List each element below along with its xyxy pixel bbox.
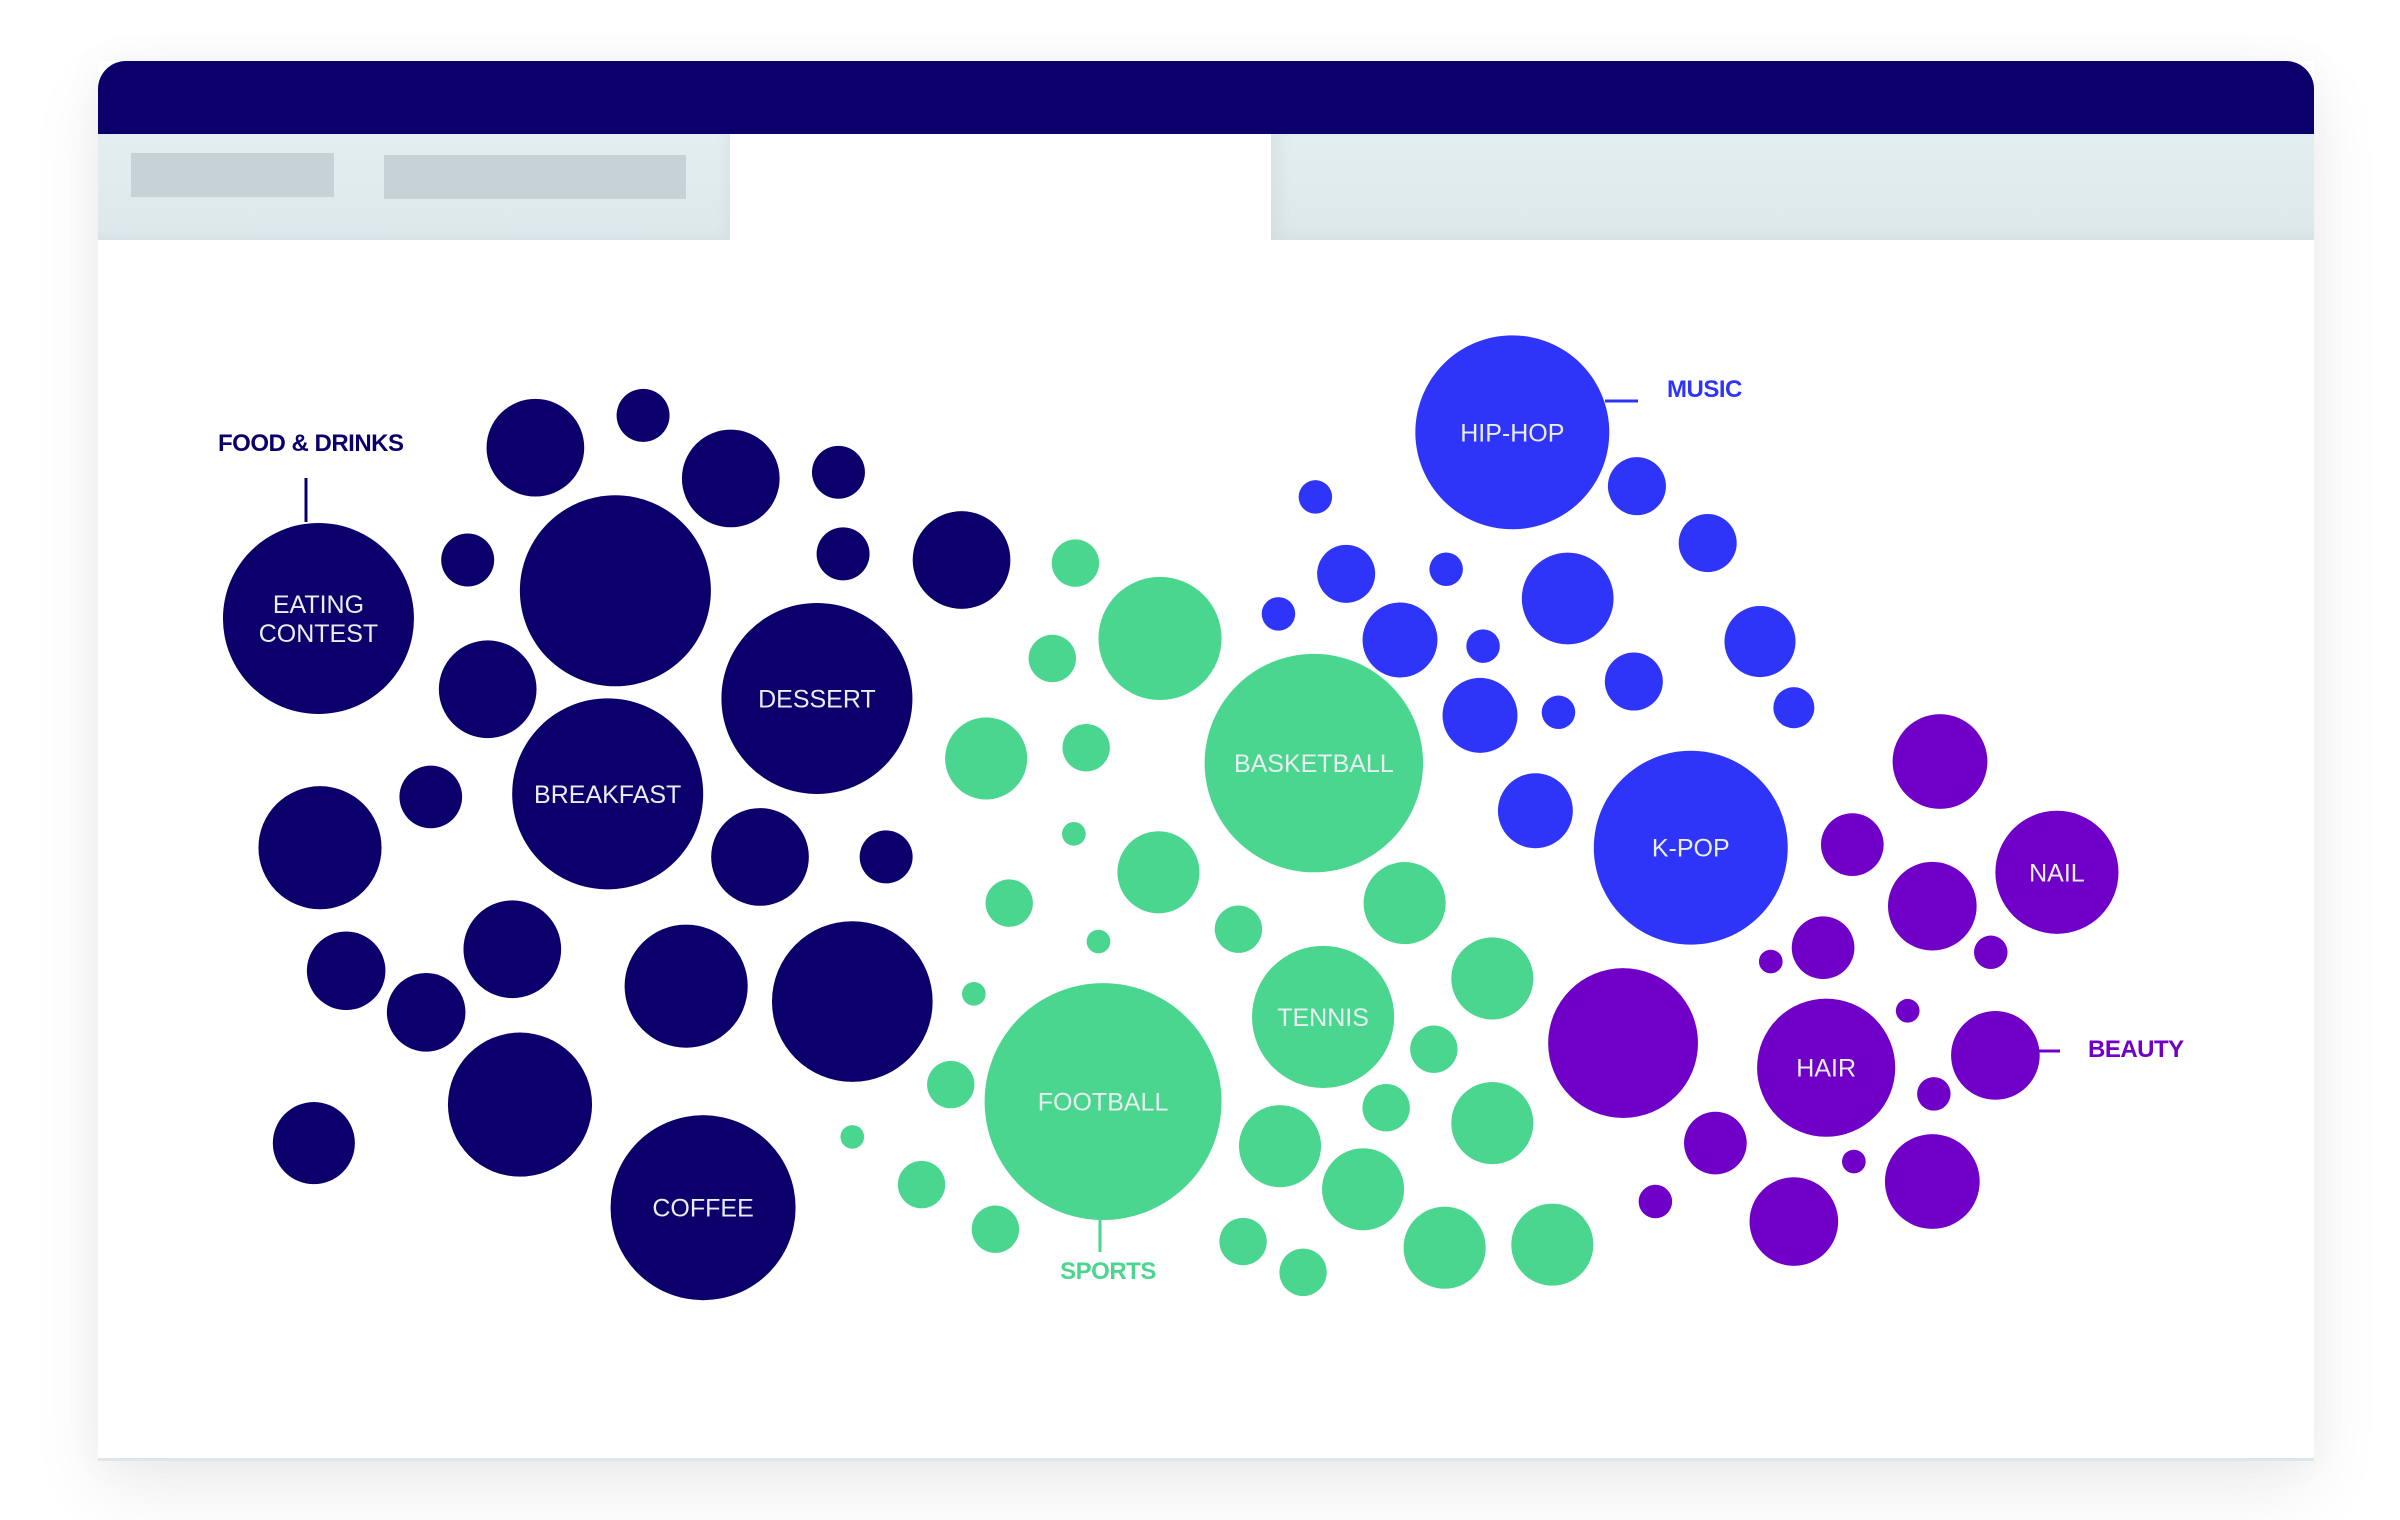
bubble-label: TENNIS — [1277, 1004, 1369, 1032]
bubble[interactable] — [1917, 1077, 1951, 1111]
bubble[interactable] — [1604, 652, 1663, 711]
bubble[interactable] — [1511, 1203, 1594, 1286]
bubble[interactable] — [1451, 1082, 1534, 1165]
bubble[interactable] — [1884, 1134, 1980, 1229]
bubble[interactable] — [486, 398, 585, 497]
bubble[interactable] — [816, 527, 870, 581]
bubble[interactable] — [962, 982, 986, 1006]
bubble[interactable] — [1974, 935, 2008, 970]
bubble[interactable] — [1951, 1011, 2040, 1100]
bubble[interactable] — [306, 931, 386, 1011]
bubble[interactable] — [1238, 1105, 1322, 1188]
category-label-music: MUSIC — [1667, 376, 1742, 403]
bubble[interactable] — [859, 830, 913, 884]
bubble[interactable] — [438, 640, 537, 739]
bubble[interactable] — [1279, 1248, 1327, 1297]
bubble[interactable] — [1062, 724, 1110, 772]
bubble[interactable] — [1442, 677, 1518, 753]
bubble-label: BREAKFAST — [534, 781, 681, 809]
bubble[interactable] — [912, 511, 1011, 609]
bubble[interactable] — [1887, 861, 1977, 951]
bubble[interactable] — [1607, 457, 1666, 516]
bubble[interactable] — [1820, 813, 1884, 876]
bubble-label: K-POP — [1652, 835, 1730, 863]
bubble[interactable] — [1062, 822, 1086, 846]
bubble[interactable] — [1298, 480, 1333, 514]
bubble[interactable] — [1429, 552, 1463, 586]
bubble[interactable] — [1749, 1177, 1839, 1266]
bubble[interactable] — [1410, 1025, 1458, 1073]
bubble[interactable] — [840, 1125, 865, 1149]
bubble[interactable] — [1451, 937, 1534, 1020]
bubble[interactable] — [681, 429, 780, 528]
bubble[interactable] — [811, 445, 865, 499]
bubble-label: BASKETBALL — [1234, 750, 1394, 778]
category-label-beauty: BEAUTY — [2088, 1036, 2184, 1063]
bubble[interactable] — [1098, 576, 1222, 701]
bubble[interactable] — [1548, 968, 1698, 1118]
bubble[interactable] — [1895, 998, 1920, 1023]
bubble[interactable] — [1051, 539, 1100, 587]
bubble[interactable] — [258, 786, 382, 910]
bubble[interactable] — [1758, 949, 1783, 974]
bubble[interactable] — [1842, 1149, 1866, 1174]
bubble-label: CONTEST — [259, 620, 378, 648]
bubble[interactable] — [1724, 606, 1796, 678]
bubble[interactable] — [985, 879, 1033, 927]
bubble[interactable] — [1028, 634, 1077, 683]
bubble[interactable] — [519, 495, 711, 687]
bubble[interactable] — [1773, 687, 1815, 729]
bubble[interactable] — [897, 1160, 946, 1209]
bubble[interactable] — [1638, 1184, 1673, 1219]
bubble[interactable] — [1466, 629, 1500, 663]
category-label-sports: SPORTS — [1060, 1258, 1156, 1285]
bubble[interactable] — [945, 717, 1028, 800]
bubble[interactable] — [1541, 695, 1576, 730]
bubble[interactable] — [1363, 862, 1446, 945]
bubble-label: FOOTBALL — [1038, 1089, 1169, 1117]
bubble[interactable] — [1684, 1111, 1747, 1175]
bubble-chart: EATINGCONTEST DESSERT BREAKFAST COFFEE BASKE… — [218, 335, 2185, 1301]
bubble[interactable] — [771, 921, 933, 1082]
bubble[interactable] — [1892, 714, 1988, 809]
bubble[interactable] — [1791, 916, 1855, 980]
bubble[interactable] — [1219, 1217, 1267, 1266]
bubble[interactable] — [447, 1032, 593, 1177]
bubble[interactable] — [1322, 1148, 1405, 1231]
bubble[interactable] — [1214, 905, 1263, 953]
bubble-label: DESSERT — [758, 685, 876, 713]
bubble[interactable] — [463, 900, 562, 999]
bubble[interactable] — [272, 1102, 355, 1185]
bubble-label: COFFEE — [652, 1195, 753, 1223]
bubble[interactable] — [1678, 514, 1737, 573]
bubble-group-food: EATINGCONTEST DESSERT BREAKFAST COFFEE — [222, 388, 1011, 1301]
bubble[interactable] — [441, 533, 495, 587]
bubble[interactable] — [1117, 831, 1200, 914]
bubble-label: HIP-HOP — [1460, 419, 1564, 447]
bubble[interactable] — [1317, 544, 1376, 603]
bubble[interactable] — [399, 765, 463, 829]
bubble-label: HAIR — [1796, 1055, 1856, 1083]
bubble[interactable] — [711, 808, 809, 906]
bubble[interactable] — [1521, 552, 1614, 645]
bubble[interactable] — [1403, 1206, 1486, 1289]
bubbles-layer: EATINGCONTEST DESSERT BREAKFAST COFFEE BASKE… — [222, 335, 2119, 1301]
bubble[interactable] — [624, 924, 748, 1048]
category-label-food: FOOD & DRINKS — [218, 430, 404, 457]
bubble[interactable] — [927, 1060, 975, 1109]
bubble[interactable] — [1362, 602, 1438, 678]
bubble[interactable] — [971, 1205, 1020, 1253]
bubble[interactable] — [616, 388, 670, 442]
bubble[interactable] — [1086, 929, 1111, 954]
bubble-label: NAIL — [2029, 859, 2085, 887]
bubble[interactable] — [386, 973, 466, 1052]
bubble[interactable] — [1362, 1084, 1410, 1132]
bubble[interactable] — [1497, 773, 1573, 849]
bubble[interactable] — [1261, 597, 1296, 631]
bubble-label: EATING — [273, 591, 364, 619]
